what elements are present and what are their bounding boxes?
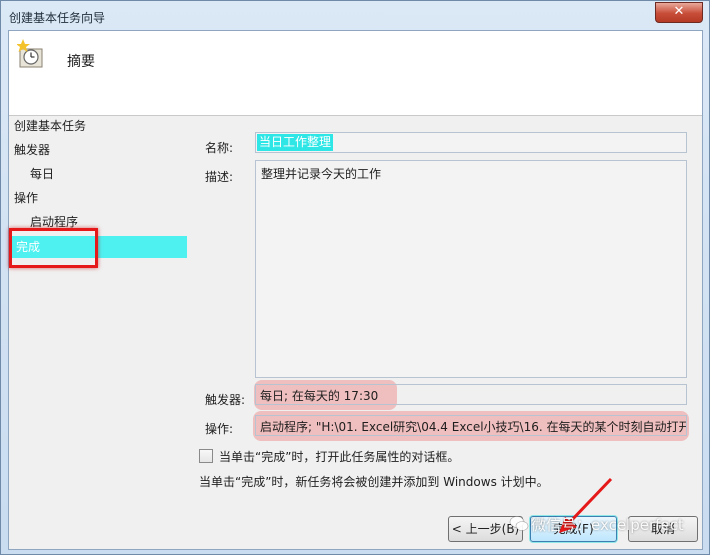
watermark-text: 微信号：excelperfect [531,516,684,534]
nav-step-action: 操作 [14,191,39,205]
title-bar[interactable]: 创建基本任务向导 ✕ [1,1,709,31]
open-properties-label[interactable]: 当单击“完成”时，打开此任务属性的对话框。 [219,448,459,465]
action-field-value: 启动程序; "H:\01. Excel研究\04.4 Excel小技巧\16. … [260,420,687,434]
wizard-window: 创建基本任务向导 ✕ 摘要 创建基本任务 触发器 每日 操作 启动程序 完成 名… [0,0,710,555]
nav-step-daily: 每日 [30,167,55,181]
description-field-value: 整理并记录今天的工作 [261,167,382,181]
close-icon: ✕ [673,4,685,19]
name-label: 名称: [205,141,234,155]
action-field[interactable]: 启动程序; "H:\01. Excel研究\04.4 Excel小技巧\16. … [255,415,687,436]
close-button[interactable]: ✕ [655,2,703,23]
wizard-steps-nav: 创建基本任务 触发器 每日 操作 启动程序 完成 [9,116,189,549]
trigger-field[interactable]: 每日; 在每天的 17:30 [255,384,687,405]
annotation-red-box [9,228,98,268]
action-label: 操作: [205,422,234,436]
page-title: 摘要 [67,54,95,70]
wizard-header: 摘要 [9,31,702,116]
task-clock-icon [17,39,43,68]
description-field[interactable]: 整理并记录今天的工作 [255,160,687,378]
finish-info-text: 当单击“完成”时，新任务将会被创建并添加到 Windows 计划中。 [199,475,549,489]
window-title: 创建基本任务向导 [9,11,106,25]
nav-step-create-basic-task: 创建基本任务 [14,119,87,133]
wechat-logo-icon [509,516,529,531]
name-field[interactable]: 当日工作整理 [255,132,687,153]
name-field-value: 当日工作整理 [257,134,334,151]
nav-step-trigger: 触发器 [14,143,51,157]
wizard-client-area: 摘要 创建基本任务 触发器 每日 操作 启动程序 完成 名称: 当日工作整理 描… [8,30,703,550]
trigger-field-value: 每日; 在每天的 17:30 [260,389,379,403]
open-properties-checkbox[interactable] [199,449,213,463]
trigger-label: 触发器: [205,393,246,407]
description-label: 描述: [205,170,234,184]
